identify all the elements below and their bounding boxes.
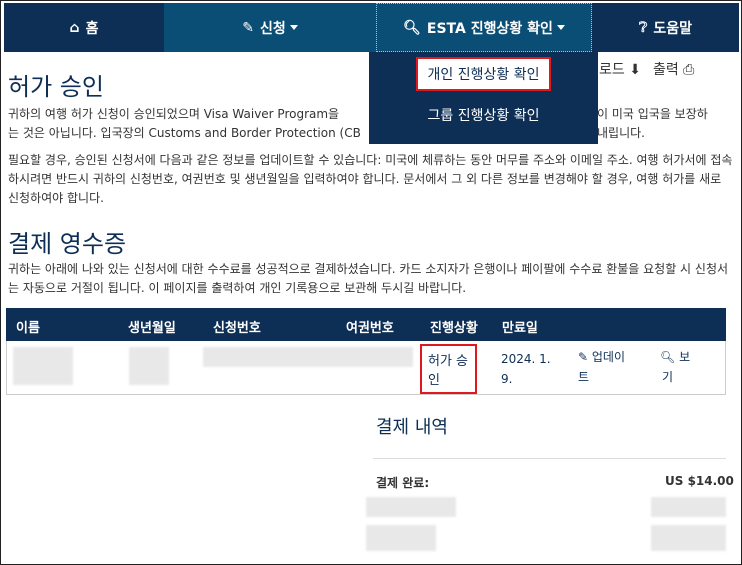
- browser-frame: ⌂ 홈 ✎ 신청 🔍︎ ESTA 진행상황 확인 ❔︎ 도움말 개인 진행상황 …: [0, 0, 742, 565]
- header-application-number: 신청번호: [213, 321, 261, 336]
- applications-table: 이름 생년월일 신청번호 여권번호 진행상황 만료일 2024. 1. 9. ✎…: [6, 308, 726, 395]
- expiry-date: 2024. 1. 9.: [501, 349, 551, 389]
- header-passport-number: 여권번호: [346, 321, 394, 336]
- nav-help-label: 도움말: [653, 20, 693, 37]
- printer-icon: ⎙: [683, 62, 695, 78]
- redacted-payment-detail: [366, 525, 436, 551]
- redacted-payment-detail: [651, 525, 726, 551]
- table-header: 이름 생년월일 신청번호 여권번호 진행상황 만료일: [6, 308, 726, 341]
- redacted-numbers: [203, 347, 413, 367]
- update-link[interactable]: ✎ 업데이 트: [578, 347, 625, 387]
- paragraph1-line1: 귀하의 여행 허가 신청이 승인되었으며 Visa Waiver Program…: [8, 107, 340, 121]
- status-line2: 인: [428, 373, 440, 388]
- question-icon: ❔︎: [638, 19, 648, 36]
- nav-apply-label: 신청: [259, 20, 286, 37]
- search-icon: 🔍︎: [660, 350, 676, 364]
- nav-apply[interactable]: ✎ 신청: [164, 3, 376, 52]
- page-tools: 로드 ⬇︎ 출력 ⎙: [599, 59, 694, 79]
- header-name: 이름: [16, 321, 40, 336]
- download-icon: ⬇︎: [629, 62, 641, 78]
- pencil-icon: ✎: [578, 350, 589, 364]
- paragraph1-line2: 는 것은 아닙니다. 입국장의 Customs and Border Prote…: [8, 126, 361, 140]
- dropdown-individual-status[interactable]: 개인 진행상황 확인: [369, 57, 598, 91]
- divider: [373, 458, 726, 459]
- redacted-name: [13, 347, 73, 385]
- status-line1: 허가 승: [428, 354, 469, 369]
- payment-title: 결제 내역: [376, 417, 448, 438]
- expiry-line1: 2024. 1.: [501, 352, 551, 366]
- redacted-payment-detail: [651, 497, 726, 517]
- table-row: 2024. 1. 9. ✎ 업데이 트 🔍︎ 보 기: [6, 341, 726, 395]
- redacted-birthdate: [129, 347, 169, 385]
- redacted-payment-detail: [366, 497, 456, 517]
- search-icon: 🔍︎: [403, 19, 421, 36]
- payment-label: 결제 완료:: [376, 476, 430, 490]
- download-link[interactable]: 로드 ⬇︎: [599, 59, 641, 79]
- nav-esta-status-label: ESTA 진행상황 확인: [426, 20, 553, 37]
- print-link[interactable]: 출력 ⎙: [653, 59, 694, 79]
- receipt-paragraph: 귀하는 아래에 나와 있는 신청서에 대한 수수료를 성공적으로 결제하셨습니다…: [8, 262, 729, 295]
- update-line1: 업데이: [591, 350, 626, 364]
- view-link[interactable]: 🔍︎ 보 기: [660, 347, 690, 387]
- header-expiry: 만료일: [502, 321, 538, 336]
- view-line1: 보: [679, 350, 691, 364]
- paragraph1-line2-tail: 내립니다.: [597, 126, 645, 140]
- pencil-icon: ✎: [242, 19, 254, 36]
- receipt-title: 결제 영수증: [8, 230, 127, 258]
- print-label: 출력: [652, 62, 679, 78]
- download-label: 로드: [599, 62, 625, 78]
- payment-amount: US $14.00: [665, 474, 734, 488]
- update-info-paragraph: 필요할 경우, 승인된 신청서에 다음과 같은 정보를 업데이트할 수 있습니다…: [8, 153, 733, 205]
- top-nav: ⌂ 홈 ✎ 신청 🔍︎ ESTA 진행상황 확인 ❔︎ 도움말: [4, 3, 739, 52]
- nav-help[interactable]: ❔︎ 도움말: [592, 3, 739, 52]
- home-icon: ⌂: [69, 19, 80, 36]
- update-line2: 트: [578, 370, 590, 384]
- chevron-down-icon: [556, 25, 565, 30]
- nav-home[interactable]: ⌂ 홈: [4, 3, 164, 52]
- nav-esta-status[interactable]: 🔍︎ ESTA 진행상황 확인: [376, 3, 592, 52]
- chevron-down-icon: [289, 25, 298, 30]
- nav-home-label: 홈: [85, 20, 99, 37]
- view-line2: 기: [662, 370, 674, 384]
- status-badge: 허가 승 인: [420, 344, 477, 394]
- expiry-line2: 9.: [501, 372, 513, 386]
- dropdown-individual-label: 개인 진행상황 확인: [415, 57, 552, 91]
- approval-paragraph: 귀하의 여행 허가 신청이 승인되었으며 Visa Waiver Program…: [8, 105, 733, 143]
- paragraph1-line1-tail: 이 미국 입국을 보장하: [597, 107, 708, 121]
- page-title: 허가 승인: [8, 73, 104, 101]
- header-status: 진행상황: [430, 321, 478, 336]
- header-birthdate: 생년월일: [128, 321, 176, 336]
